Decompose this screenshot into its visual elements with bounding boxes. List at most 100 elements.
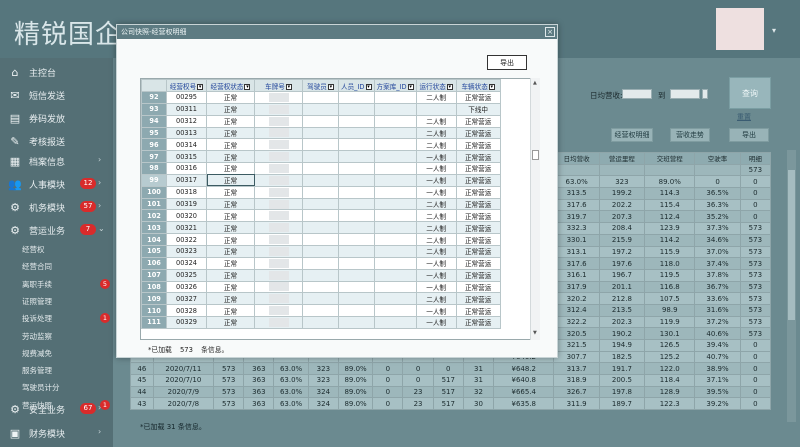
grid-row[interactable]: 104 00322 正常 二人制 正常营运	[141, 233, 501, 246]
column-header[interactable]: 经营权状态 ▾	[206, 79, 255, 92]
redacted-plate	[268, 258, 289, 268]
avatar[interactable]	[716, 8, 764, 50]
sidebar-item[interactable]: ✉ 短信发送	[0, 84, 113, 106]
sidebar-item-label: 档案信息	[29, 157, 66, 168]
grid-row[interactable]: 106 00324 正常 一人制 正常营运	[141, 256, 501, 270]
grid-scrollbar[interactable]: ▲ ▼	[530, 78, 540, 340]
column-header[interactable]: 方案库_ID ▾	[373, 79, 417, 92]
sidebar-subitem[interactable]: 驾驶员计分	[0, 379, 113, 396]
chevron-down-icon[interactable]: ▾	[772, 26, 776, 35]
reset-link[interactable]: 重置	[737, 112, 751, 122]
sidebar-item[interactable]: ⚙ 营运业务 7 ⌄	[0, 219, 113, 241]
grid-row[interactable]: 94 00312 正常 二人制 正常营运	[141, 114, 501, 128]
column-header[interactable]: 车辆状态 ▾	[455, 79, 501, 92]
column-header[interactable]: 车牌号 ▾	[254, 79, 303, 92]
chevron-icon: ⌄	[98, 224, 105, 233]
grid-row[interactable]: 98 00316 正常 一人制 正常营运	[141, 162, 501, 175]
grid-row[interactable]: 93 00311 正常 下线中	[141, 102, 501, 116]
filter-dropdown-icon[interactable]: ▾	[446, 83, 453, 90]
redacted-plate	[268, 246, 289, 256]
gear-icon: ⚙	[10, 223, 20, 237]
table-row[interactable]: 46 2020/7/11 573 363 63.0% 323 89.0% 0 0 0 31 ¥648.…	[130, 362, 772, 376]
column-header[interactable]: 运行状态 ▾	[415, 79, 457, 92]
column-header[interactable]: 经营权号 ▾	[166, 79, 207, 92]
query-button[interactable]: 查询	[729, 77, 771, 109]
modal-title: 公司快照-经营权明细	[117, 25, 557, 39]
sidebar-subitem-label: 规费减免	[22, 348, 52, 358]
grid-row[interactable]: 102 00320 正常 二人制 正常营运	[141, 209, 501, 223]
sidebar-item[interactable]: ▣ 财务模块 ›	[0, 422, 113, 444]
filter-dropdown-icon[interactable]: ▾	[407, 83, 414, 90]
sidebar-item[interactable]: ⚙ 安全业务 67 ›	[0, 398, 113, 420]
sidebar-item[interactable]: ⌂ 主控台	[0, 61, 113, 83]
footer-suffix: 条信息。	[201, 346, 229, 354]
redacted-plate	[268, 235, 289, 245]
count-badge: 7	[80, 224, 96, 235]
table-row[interactable]: 45 2020/7/10 573 363 63.0% 323 89.0% 0 0 517 31 ¥64…	[130, 374, 772, 387]
modal-export-button[interactable]: 导出	[487, 55, 527, 70]
sidebar-subitem[interactable]: 服务管理	[0, 362, 113, 379]
sidebar-item[interactable]: ⚙ 机务模块 57 ›	[0, 196, 113, 218]
grid-row[interactable]: 97 00315 正常 一人制 正常营运	[141, 150, 501, 164]
filter-dropdown-icon[interactable]: ▾	[365, 83, 372, 90]
users-icon: 👥	[8, 177, 22, 191]
sidebar-subitem[interactable]: 经营权	[0, 241, 113, 258]
grid-row[interactable]: 99 00317 正常 一人制 正常营运	[141, 173, 501, 187]
grid-corner	[141, 79, 167, 92]
grid-row[interactable]: 92 00295 正常 二人制 正常营运	[141, 91, 501, 104]
sidebar-item[interactable]: ▦ 档案信息 ›	[0, 150, 113, 172]
filter-dropdown-icon[interactable]: ▾	[244, 83, 251, 90]
table-row[interactable]: 43 2020/7/8 573 363 63.0% 324 89.0% 0 23 517 30 ¥63…	[130, 397, 772, 411]
envelope-icon: ✉	[10, 88, 20, 102]
sidebar-item[interactable]: 👥 人事模块 12 ›	[0, 173, 113, 195]
grid-row[interactable]: 110 00328 正常 一人制 正常营运	[141, 304, 501, 318]
main-scrollbar[interactable]	[787, 150, 796, 422]
grid-row[interactable]: 96 00314 正常 二人制 正常营运	[141, 138, 501, 152]
close-icon[interactable]: ×	[545, 27, 555, 37]
app-title: 精锐国企-	[14, 20, 133, 50]
sidebar-subitem[interactable]: 离职手续 5	[0, 276, 113, 293]
filter-dropdown-icon[interactable]: ▾	[285, 83, 292, 90]
grid-row[interactable]: 105 00323 正常 二人制 正常营运	[141, 244, 501, 258]
filter-dropdown-icon[interactable]: ▾	[197, 83, 204, 90]
rights-detail-button[interactable]: 经营权明细	[611, 128, 653, 142]
count-badge: 1	[100, 313, 110, 324]
sidebar-subitem[interactable]: 证照管理	[0, 293, 113, 310]
sidebar-subitem[interactable]: 劳动监察	[0, 328, 113, 345]
column-header[interactable]: 人员_ID ▾	[338, 79, 375, 92]
grid-row[interactable]: 100 00318 正常 一人制 正常营运	[141, 185, 501, 199]
grid-row[interactable]: 95 00313 正常 二人制 正常营运	[141, 126, 501, 140]
redacted-plate	[268, 152, 289, 162]
filter-dropdown-icon[interactable]: ▾	[488, 83, 495, 90]
file-icon: ▦	[9, 154, 21, 168]
grid-row[interactable]: 108 00326 正常 一人制 正常营运	[141, 280, 501, 294]
redacted-plate	[268, 306, 289, 316]
column-header[interactable]: 驾驶员 ▾	[302, 79, 339, 92]
sidebar-subitem-label: 投诉处理	[22, 314, 52, 324]
rights-grid: 经营权号 ▾ 经营权状态 ▾ 车牌号 ▾ 驾驶员 ▾ 人员_ID ▾ 方案库_ID ▾ 运行状态 ▾ 车辆状…	[140, 78, 540, 340]
redacted-plate	[268, 270, 289, 280]
grid-row[interactable]: 111 00329 正常 一人制 正常营运	[141, 316, 501, 329]
sidebar-subitem-label: 离职手续	[22, 279, 52, 289]
revenue-trend-button[interactable]: 营收走势	[670, 128, 710, 142]
avg-revenue-max-input[interactable]	[670, 89, 700, 99]
sidebar-item-label: 主控台	[29, 68, 57, 79]
sidebar-subitem-label: 劳动监察	[22, 331, 52, 341]
sidebar-item[interactable]: ▤ 券码发放	[0, 107, 113, 129]
grid-row[interactable]: 103 00321 正常 二人制 正常营运	[141, 221, 501, 235]
filter-dropdown-icon[interactable]: ▾	[327, 83, 334, 90]
sidebar-subitem-label: 驾驶员计分	[22, 383, 60, 393]
sidebar-subitem[interactable]: 规费减免	[0, 345, 113, 362]
sidebar-subitem[interactable]: 投诉处理 1	[0, 310, 113, 327]
sidebar-item[interactable]: ✎ 考核报送	[0, 130, 113, 152]
grid-row[interactable]: 101 00319 正常 二人制 正常营运	[141, 197, 501, 211]
grid-row[interactable]: 107 00325 正常 一人制 正常营运	[141, 268, 501, 282]
table-row[interactable]: 44 2020/7/9 573 363 63.0% 324 89.0% 0 23 517 32 ¥66…	[130, 385, 772, 399]
sidebar-item-label: 人事模块	[29, 180, 66, 191]
count-badge: 57	[80, 201, 96, 212]
avg-revenue-min-input[interactable]	[622, 89, 652, 99]
export-button[interactable]: 导出	[729, 128, 769, 142]
spinner[interactable]	[702, 89, 708, 99]
grid-row[interactable]: 109 00327 正常 二人制 正常营运	[141, 292, 501, 306]
sidebar-subitem[interactable]: 经营合同	[0, 258, 113, 275]
